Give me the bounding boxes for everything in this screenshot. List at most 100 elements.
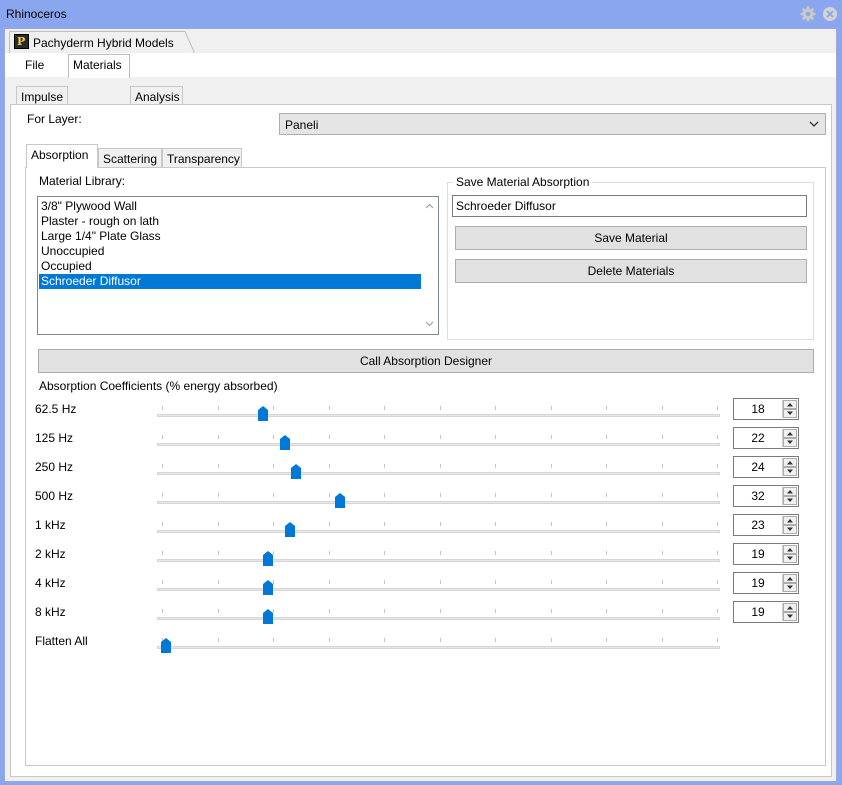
save-material-button[interactable]: Save Material bbox=[455, 226, 807, 250]
band-row: 2 kHz 19 bbox=[33, 543, 803, 571]
band-value-stepper[interactable]: 23 bbox=[733, 514, 799, 536]
menu-file[interactable]: File bbox=[25, 58, 44, 72]
slider-tick bbox=[162, 522, 163, 526]
slider-tick bbox=[328, 493, 330, 497]
stepper-up-button[interactable] bbox=[783, 516, 797, 525]
band-slider-thumb[interactable] bbox=[263, 551, 274, 566]
band-slider-track[interactable] bbox=[157, 551, 720, 562]
material-name-input[interactable]: Schroeder Diffusor bbox=[452, 195, 807, 217]
stepper-up-button[interactable] bbox=[783, 458, 797, 467]
band-value-stepper[interactable]: 24 bbox=[733, 456, 799, 478]
doc-tab[interactable]: P Pachyderm Hybrid Models bbox=[9, 31, 195, 53]
slider-tick bbox=[384, 609, 385, 613]
stepper-up-button[interactable] bbox=[783, 545, 797, 554]
band-slider-track[interactable] bbox=[157, 464, 720, 475]
slider-tick bbox=[273, 464, 274, 468]
absorption-designer-button[interactable]: Call Absorption Designer bbox=[38, 349, 814, 373]
band-slider-thumb[interactable] bbox=[263, 580, 274, 595]
band-slider-thumb[interactable] bbox=[290, 464, 301, 479]
slider-tick bbox=[495, 638, 496, 642]
tab-scattering[interactable]: Scattering bbox=[98, 148, 162, 168]
band-slider-thumb[interactable] bbox=[257, 406, 268, 421]
band-slider-thumb[interactable] bbox=[279, 435, 290, 450]
slider-tick bbox=[217, 609, 219, 613]
slider-tick bbox=[606, 435, 607, 439]
layer-dropdown-value: Paneli bbox=[285, 118, 319, 132]
tab-materials[interactable]: Materials bbox=[68, 54, 130, 78]
band-slider-thumb[interactable] bbox=[263, 609, 274, 624]
band-value: 18 bbox=[751, 402, 765, 416]
band-slider-thumb[interactable] bbox=[334, 493, 345, 508]
band-slider-track[interactable] bbox=[157, 580, 720, 591]
delete-materials-button[interactable]: Delete Materials bbox=[455, 259, 807, 283]
band-slider-track[interactable] bbox=[157, 493, 720, 504]
band-slider-track[interactable] bbox=[157, 406, 720, 417]
band-value: 32 bbox=[751, 489, 765, 503]
chevron-up-icon[interactable] bbox=[425, 203, 434, 209]
slider-tick bbox=[217, 464, 219, 468]
slider-tick bbox=[717, 464, 718, 468]
slider-tick bbox=[328, 435, 330, 439]
slider-tick bbox=[606, 522, 607, 526]
stepper-down-button[interactable] bbox=[783, 583, 797, 592]
stepper-up-button[interactable] bbox=[783, 574, 797, 583]
slider-tick bbox=[384, 580, 385, 584]
stepper-up-button[interactable] bbox=[783, 429, 797, 438]
list-item[interactable]: Large 1/4" Plate Glass bbox=[39, 229, 421, 244]
band-value-stepper[interactable]: 22 bbox=[733, 427, 799, 449]
stepper-down-button[interactable] bbox=[783, 438, 797, 447]
slider-tick bbox=[550, 493, 552, 497]
list-scrollbar[interactable] bbox=[421, 197, 438, 334]
band-value-stepper[interactable]: 19 bbox=[733, 543, 799, 565]
slider-tick bbox=[606, 493, 607, 497]
slider-tick bbox=[606, 580, 607, 584]
band-value-stepper[interactable]: 19 bbox=[733, 572, 799, 594]
band-value-stepper[interactable]: 18 bbox=[733, 398, 799, 420]
gear-icon[interactable] bbox=[800, 6, 816, 22]
close-icon[interactable] bbox=[822, 6, 838, 22]
layer-dropdown[interactable]: Paneli bbox=[279, 113, 826, 135]
tab-impulse[interactable]: Impulse bbox=[16, 86, 68, 106]
stepper-down-button[interactable] bbox=[783, 612, 797, 621]
stepper-down-button[interactable] bbox=[783, 496, 797, 505]
flatten-all-track[interactable] bbox=[157, 638, 720, 649]
tab-transparency[interactable]: Transparency bbox=[162, 148, 242, 168]
flatten-all-thumb[interactable] bbox=[161, 638, 171, 653]
band-slider-track[interactable] bbox=[157, 435, 720, 446]
stepper-down-button[interactable] bbox=[783, 554, 797, 563]
slider-tick bbox=[217, 435, 219, 439]
tab-analysis[interactable]: Analysis bbox=[130, 86, 183, 106]
slider-tick bbox=[273, 435, 274, 439]
stepper-down-button[interactable] bbox=[783, 467, 797, 476]
band-value-stepper[interactable]: 19 bbox=[733, 601, 799, 623]
slider-tick bbox=[162, 435, 163, 439]
triangle-down-icon bbox=[787, 498, 793, 502]
triangle-down-icon bbox=[787, 614, 793, 618]
list-item[interactable]: Unoccupied bbox=[39, 244, 421, 259]
band-slider-thumb[interactable] bbox=[285, 522, 296, 537]
list-item[interactable]: Occupied bbox=[39, 259, 421, 274]
slider-tick bbox=[661, 580, 663, 584]
slider-tick bbox=[661, 464, 663, 468]
slider-tick bbox=[273, 493, 274, 497]
list-item-selected[interactable]: Schroeder Diffusor bbox=[39, 274, 421, 289]
stepper-down-button[interactable] bbox=[783, 409, 797, 418]
material-library-list[interactable]: 3/8" Plywood Wall Plaster - rough on lat… bbox=[37, 196, 439, 335]
stepper-up-button[interactable] bbox=[783, 400, 797, 409]
chevron-down-icon[interactable] bbox=[425, 321, 434, 327]
stepper-arrows bbox=[782, 400, 797, 418]
slider-tick bbox=[550, 406, 552, 410]
stepper-up-button[interactable] bbox=[783, 603, 797, 612]
slider-tick bbox=[384, 435, 385, 439]
tab-absorption[interactable]: Absorption bbox=[26, 144, 98, 168]
slider-tick bbox=[717, 638, 718, 642]
slider-tick bbox=[661, 638, 663, 642]
list-item[interactable]: 3/8" Plywood Wall bbox=[39, 199, 421, 214]
band-slider-track[interactable] bbox=[157, 522, 720, 533]
stepper-arrows bbox=[782, 429, 797, 447]
stepper-up-button[interactable] bbox=[783, 487, 797, 496]
band-value-stepper[interactable]: 32 bbox=[733, 485, 799, 507]
band-slider-track[interactable] bbox=[157, 609, 720, 620]
list-item[interactable]: Plaster - rough on lath bbox=[39, 214, 421, 229]
stepper-down-button[interactable] bbox=[783, 525, 797, 534]
